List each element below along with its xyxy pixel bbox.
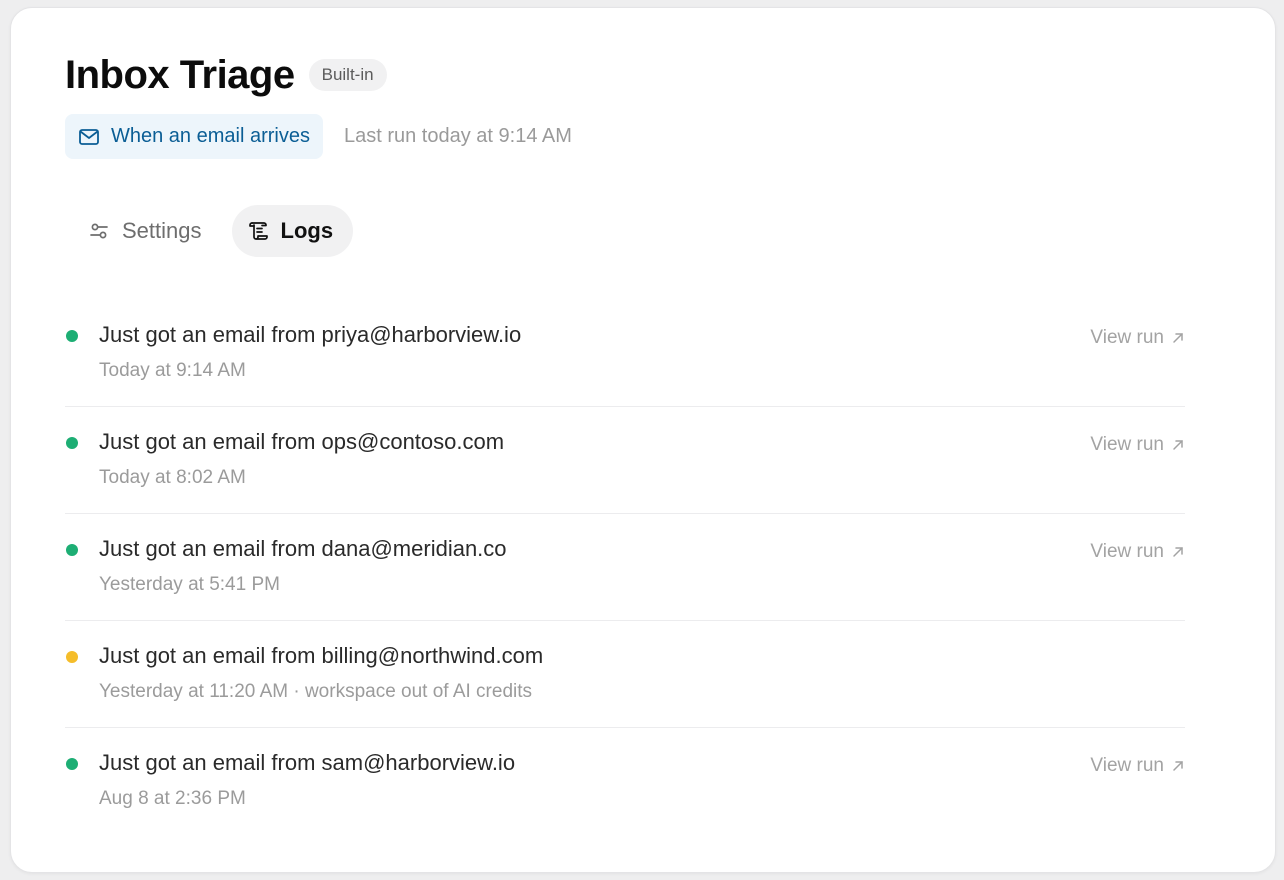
built-in-badge: Built-in: [308, 59, 387, 91]
status-dot: [66, 544, 78, 556]
view-run-label: View run: [1090, 434, 1164, 455]
log-row: Just got an email from sam@harborview.io…: [65, 728, 1185, 835]
log-row: Just got an email from billing@northwind…: [65, 621, 1185, 728]
trigger-label: When an email arrives: [111, 125, 310, 147]
log-row: Just got an email from dana@meridian.co …: [65, 514, 1185, 621]
status-dot: [66, 330, 78, 342]
tab-bar: Settings Logs: [73, 205, 354, 257]
automation-card: Inbox Triage Built-in When an email arri…: [10, 7, 1276, 873]
log-title: Just got an email from ops@contoso.com: [99, 429, 505, 454]
external-arrow-icon: [1171, 331, 1185, 345]
log-list: Just got an email from priya@harborview.…: [65, 300, 1185, 835]
log-row: Just got an email from priya@harborview.…: [65, 300, 1185, 407]
view-run-link[interactable]: View run: [1090, 541, 1185, 563]
log-timestamp: Yesterday at 11:20 AM · workspace out of…: [99, 681, 533, 702]
status-dot: [66, 437, 78, 449]
view-run-link[interactable]: View run: [1090, 327, 1185, 349]
scroll-icon: [246, 219, 270, 243]
external-arrow-icon: [1171, 545, 1185, 559]
view-run-link[interactable]: View run: [1090, 755, 1185, 777]
external-arrow-icon: [1171, 759, 1185, 773]
tab-settings[interactable]: Settings: [73, 205, 222, 257]
tab-logs-label: Logs: [280, 218, 334, 243]
sliders-icon: [87, 219, 111, 243]
log-title: Just got an email from dana@meridian.co: [99, 536, 507, 561]
page-header: Inbox Triage Built-in: [65, 52, 387, 98]
page-title: Inbox Triage: [65, 53, 295, 97]
log-timestamp: Aug 8 at 2:36 PM: [99, 788, 246, 809]
view-run-label: View run: [1090, 755, 1164, 776]
view-run-label: View run: [1090, 327, 1164, 348]
external-arrow-icon: [1171, 438, 1185, 452]
status-dot: [66, 651, 78, 663]
log-timestamp: Today at 8:02 AM: [99, 467, 246, 488]
view-run-label: View run: [1090, 541, 1164, 562]
log-row: Just got an email from ops@contoso.com T…: [65, 407, 1185, 514]
log-timestamp: Yesterday at 5:41 PM: [99, 574, 280, 595]
mail-icon: [77, 125, 101, 149]
view-run-link[interactable]: View run: [1090, 434, 1185, 456]
log-title: Just got an email from billing@northwind…: [99, 643, 544, 668]
tab-settings-label: Settings: [122, 218, 202, 243]
tab-logs[interactable]: Logs: [231, 205, 354, 257]
log-timestamp: Today at 9:14 AM: [99, 360, 246, 381]
last-run-text: Last run today at 9:14 AM: [343, 125, 572, 147]
trigger-chip[interactable]: When an email arrives: [65, 114, 323, 159]
log-title: Just got an email from sam@harborview.io: [99, 750, 516, 775]
status-dot: [66, 758, 78, 770]
trigger-row: When an email arrives Last run today at …: [65, 114, 572, 159]
log-title: Just got an email from priya@harborview.…: [99, 322, 522, 347]
